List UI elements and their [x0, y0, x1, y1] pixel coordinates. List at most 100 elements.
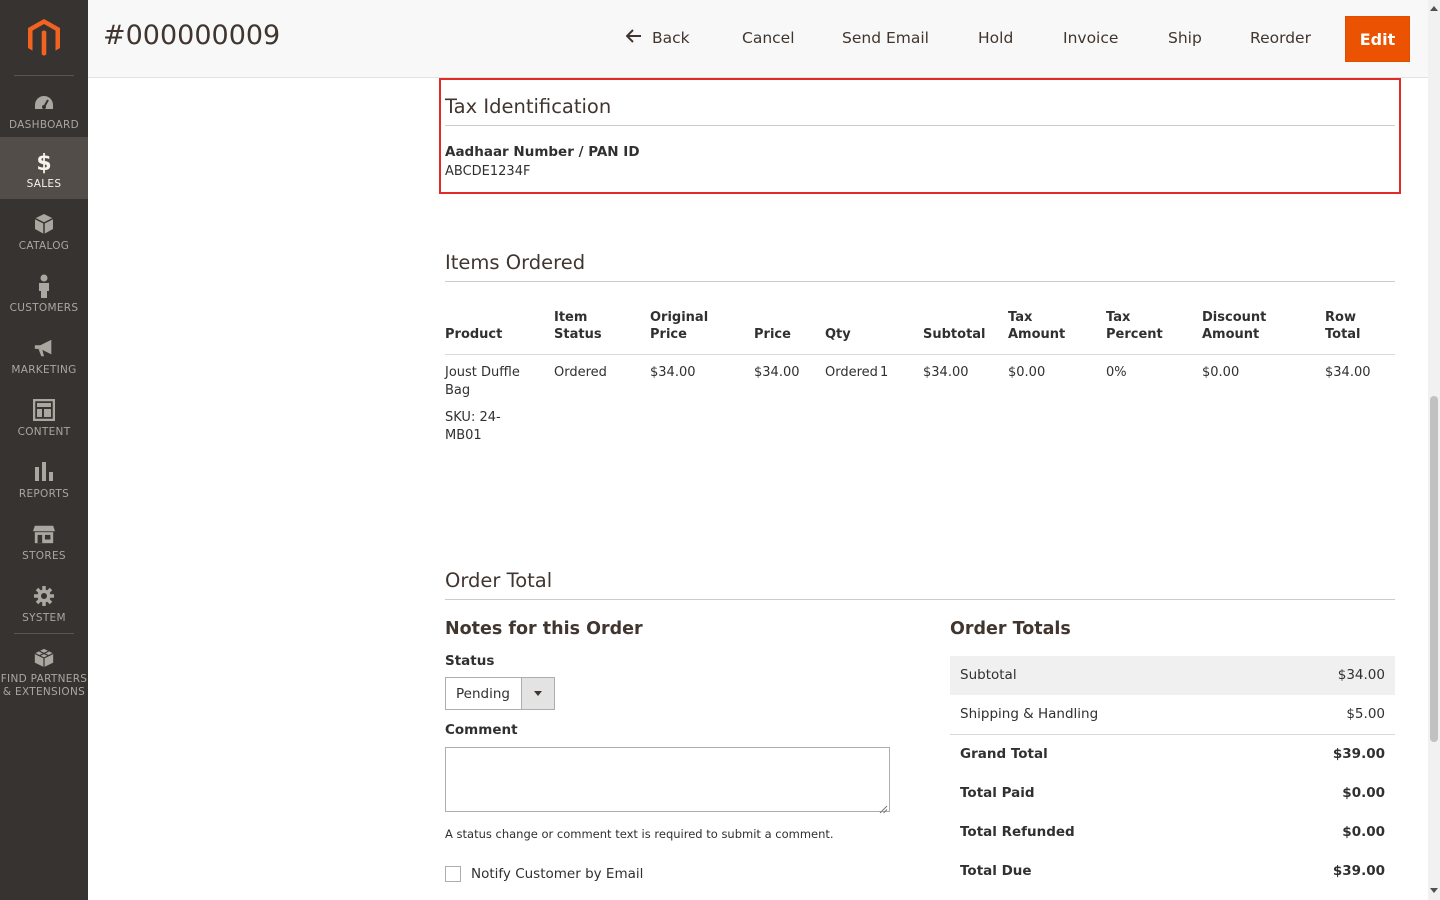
totals-label: Subtotal [960, 667, 1017, 683]
column-header-row-total: Row Total [1325, 309, 1361, 343]
back-button[interactable]: Back [625, 26, 690, 50]
notify-customer-checkbox[interactable] [445, 866, 461, 882]
sidebar-item-system[interactable]: SYSTEM [0, 571, 88, 633]
totals-label: Total Paid [960, 785, 1035, 801]
scroll-down-arrow-icon[interactable] [1430, 888, 1438, 893]
megaphone-icon [33, 337, 55, 359]
admin-sidebar: DASHBOARD $ SALES CATALOG CUSTOMERS MARK… [0, 0, 88, 900]
bar-chart-icon [33, 461, 55, 483]
column-header-line: Amount [1202, 327, 1260, 342]
sidebar-item-stores[interactable]: STORES [0, 509, 88, 571]
totals-value: $0.00 [1342, 824, 1385, 840]
cancel-button[interactable]: Cancel [742, 26, 795, 50]
sidebar-item-content[interactable]: CONTENT [0, 385, 88, 447]
totals-label: Total Due [960, 863, 1032, 879]
product-name: Joust Duffle Bag [445, 364, 520, 400]
tax-percent: 0% [1106, 365, 1127, 380]
totals-row-grand-total: Grand Total $39.00 [950, 735, 1395, 774]
resize-grip-icon[interactable] [879, 801, 888, 814]
column-header-line: Percent [1106, 327, 1163, 342]
reorder-button[interactable]: Reorder [1250, 26, 1311, 50]
status-label: Status [445, 653, 495, 669]
original-price: $34.00 [650, 365, 696, 380]
row-total: $34.00 [1325, 365, 1371, 380]
comment-label: Comment [445, 722, 518, 738]
totals-row-shipping: Shipping & Handling $5.00 [950, 695, 1395, 734]
hold-button[interactable]: Hold [978, 26, 1013, 50]
section-title: Items Ordered [445, 251, 586, 274]
sidebar-item-sales[interactable]: $ SALES [0, 137, 88, 199]
column-header-price: Price [754, 327, 791, 342]
sidebar-item-label: DASHBOARD [8, 119, 79, 131]
sidebar-item-label: MARKETING [11, 364, 77, 376]
column-header-original-price: Original Price [650, 309, 708, 343]
section-divider [445, 125, 1395, 126]
totals-row-total-due: Total Due $39.00 [950, 852, 1395, 891]
totals-label: Grand Total [960, 746, 1048, 762]
column-header-line: Status [554, 327, 602, 342]
person-icon [33, 274, 55, 298]
tax-id-value: ABCDE1234F [445, 164, 531, 179]
table-header-divider [445, 354, 1395, 355]
sidebar-item-marketing[interactable]: MARKETING [0, 323, 88, 385]
section-title: Tax Identification [445, 95, 612, 118]
product-name-line: Joust Duffle [445, 365, 520, 380]
column-header-qty: Qty [825, 327, 851, 342]
price: $34.00 [754, 365, 800, 380]
totals-title: Order Totals [950, 619, 1071, 639]
sidebar-item-customers[interactable]: CUSTOMERS [0, 261, 88, 323]
speedometer-icon [33, 92, 55, 114]
sidebar-item-label: STORES [22, 550, 66, 562]
scrollbar-thumb[interactable] [1430, 396, 1438, 742]
page-header: #000000009 Back Cancel Send Email Hold I… [88, 0, 1428, 78]
section-divider [445, 281, 1395, 282]
sidebar-item-dashboard[interactable]: DASHBOARD [0, 78, 88, 140]
notify-customer-label[interactable]: Notify Customer by Email [471, 866, 643, 882]
send-email-button[interactable]: Send Email [842, 26, 929, 50]
arrow-left-icon [625, 26, 642, 50]
column-header-line: Tax [1008, 310, 1033, 325]
edit-button[interactable]: Edit [1345, 16, 1410, 62]
sidebar-item-find-partners[interactable]: FIND PARTNERS & EXTENSIONS [0, 633, 88, 703]
status-select-value: Pending [456, 686, 510, 702]
product-sku: SKU: 24- MB01 [445, 409, 501, 445]
sidebar-item-label-line: FIND PARTNERS [0, 673, 88, 685]
sidebar-divider [14, 75, 74, 76]
section-divider [445, 599, 1395, 600]
totals-label: Total Refunded [960, 824, 1075, 840]
column-header-product: Product [445, 327, 503, 342]
tax-amount: $0.00 [1008, 365, 1046, 380]
sidebar-item-label: SYSTEM [22, 612, 66, 624]
totals-row-subtotal: Subtotal $34.00 [950, 656, 1395, 695]
column-header-discount-amount: Discount Amount [1202, 309, 1266, 343]
back-button-label: Back [652, 29, 690, 47]
totals-value: $5.00 [1346, 706, 1385, 722]
qty-ordered-value: 1 [880, 365, 889, 380]
layout-icon [33, 399, 55, 421]
comment-hint: A status change or comment text is requi… [445, 827, 834, 841]
column-header-tax-amount: Tax Amount [1008, 309, 1065, 343]
column-header-line: Price [650, 327, 687, 342]
invoice-button[interactable]: Invoice [1063, 26, 1118, 50]
column-header-item-status: Item Status [554, 309, 602, 343]
box-icon [33, 213, 55, 235]
sidebar-item-label: REPORTS [18, 488, 70, 500]
comment-textarea[interactable] [445, 747, 890, 812]
status-select[interactable]: Pending [445, 677, 555, 710]
storefront-icon [33, 523, 55, 545]
sidebar-item-catalog[interactable]: CATALOG [0, 199, 88, 261]
column-header-subtotal: Subtotal [923, 327, 986, 342]
sidebar-item-reports[interactable]: REPORTS [0, 447, 88, 509]
totals-row-total-paid: Total Paid $0.00 [950, 774, 1395, 813]
sidebar-item-label: SALES [26, 178, 62, 190]
scroll-up-arrow-icon[interactable] [1430, 6, 1438, 11]
sidebar-item-label: CONTENT [17, 426, 71, 438]
ship-button[interactable]: Ship [1168, 26, 1202, 50]
sidebar-item-label: CATALOG [18, 240, 70, 252]
magento-logo-icon[interactable] [0, 0, 88, 76]
subtotal: $34.00 [923, 365, 969, 380]
column-header-tax-percent: Tax Percent [1106, 309, 1163, 343]
sidebar-item-label: CUSTOMERS [9, 302, 79, 314]
column-header-line: Amount [1008, 327, 1066, 342]
column-header-line: Discount [1202, 310, 1267, 325]
